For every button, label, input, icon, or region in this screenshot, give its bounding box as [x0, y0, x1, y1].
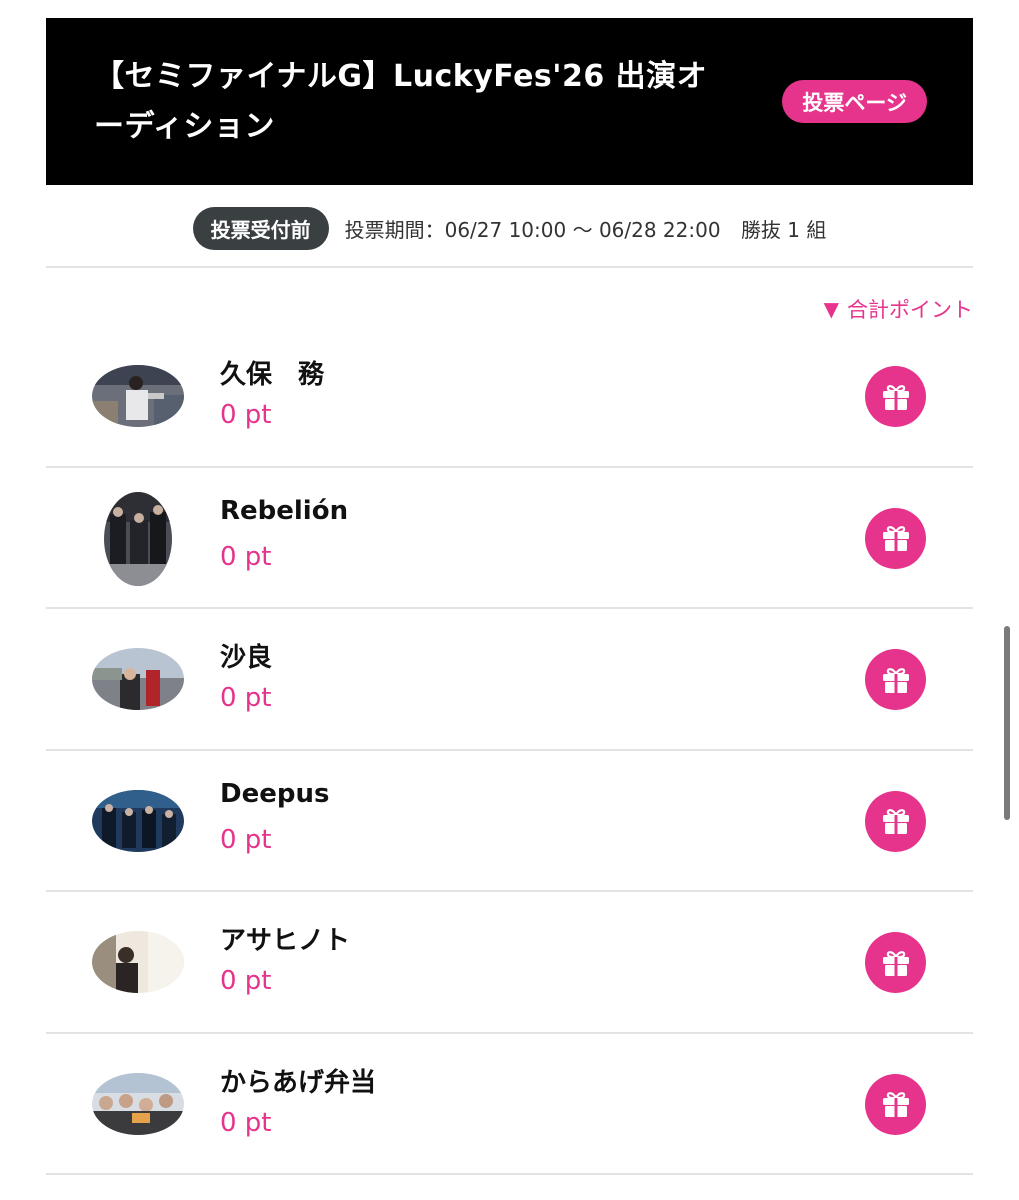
status-info: 投票期間：06/27 10:00 〜 06/28 22:00 勝抜 1 組: [345, 214, 827, 243]
voting-period: 投票期間：06/27 10:00 〜 06/28 22:00: [344, 217, 721, 242]
entry-name: Deepus: [220, 778, 330, 809]
divider: [46, 266, 973, 268]
gift-icon: [882, 384, 909, 410]
entry-points: 0 pt: [220, 966, 272, 996]
sort-toggle[interactable]: ▼ 合計ポイント: [824, 294, 973, 324]
sort-down-icon: ▼: [823, 297, 839, 321]
avatar: [92, 1072, 184, 1135]
gift-icon: [882, 1092, 909, 1117]
entry-points: 0 pt: [220, 541, 272, 572]
gift-button[interactable]: [865, 649, 926, 710]
entry-name: 沙良: [220, 643, 273, 673]
list-item: 沙良 0 pt: [46, 609, 973, 751]
vote-page-button[interactable]: 投票ページ: [782, 80, 927, 123]
list-item: Deepus 0 pt: [46, 751, 973, 892]
avatar: [92, 789, 184, 852]
scrollbar[interactable]: [1004, 626, 1010, 820]
list-item: Rebelión 0 pt: [46, 468, 973, 609]
entry-points: 0 pt: [220, 824, 272, 855]
entry-name: Rebelión: [220, 495, 349, 526]
sort-label: 合計ポイント: [847, 298, 973, 322]
avatar: [104, 491, 172, 586]
gift-button[interactable]: [865, 507, 926, 569]
entry-points: 0 pt: [220, 1107, 272, 1138]
entry-name: からあげ弁当: [220, 1067, 377, 1098]
avatar: [92, 931, 184, 993]
status-badge: 投票受付前: [192, 206, 329, 250]
gift-icon: [882, 809, 909, 834]
entry-list: 久保 務 0 pt Rebelión 0 pt 沙良 0 pt Deepus 0…: [46, 326, 973, 1175]
avatar: [92, 648, 184, 710]
gift-button[interactable]: [865, 932, 926, 993]
status-row: 投票受付前 投票期間：06/27 10:00 〜 06/28 22:00 勝抜 …: [46, 204, 973, 252]
gift-icon: [882, 950, 909, 976]
page: 【セミファイナルG】LuckyFes'26 出演オーディション 投票ページ 投票…: [0, 0, 1019, 1200]
page-title: 【セミファイナルG】LuckyFes'26 出演オーディション: [94, 58, 708, 144]
entry-name: 久保 務: [220, 360, 325, 390]
gift-icon: [882, 667, 909, 693]
header-banner: 【セミファイナルG】LuckyFes'26 出演オーディション 投票ページ: [46, 18, 973, 185]
gift-button[interactable]: [865, 790, 926, 852]
list-item: 久保 務 0 pt: [46, 326, 973, 468]
gift-button[interactable]: [865, 1073, 926, 1135]
entry-name: アサヒノト: [220, 926, 351, 956]
list-item: からあげ弁当 0 pt: [46, 1034, 973, 1175]
list-item: アサヒノト 0 pt: [46, 892, 973, 1034]
avatar: [92, 365, 184, 427]
gift-icon: [882, 526, 909, 551]
gift-button[interactable]: [865, 366, 926, 427]
winners-count: 勝抜 1 組: [740, 217, 827, 242]
entry-points: 0 pt: [220, 683, 272, 713]
entry-points: 0 pt: [220, 400, 272, 430]
